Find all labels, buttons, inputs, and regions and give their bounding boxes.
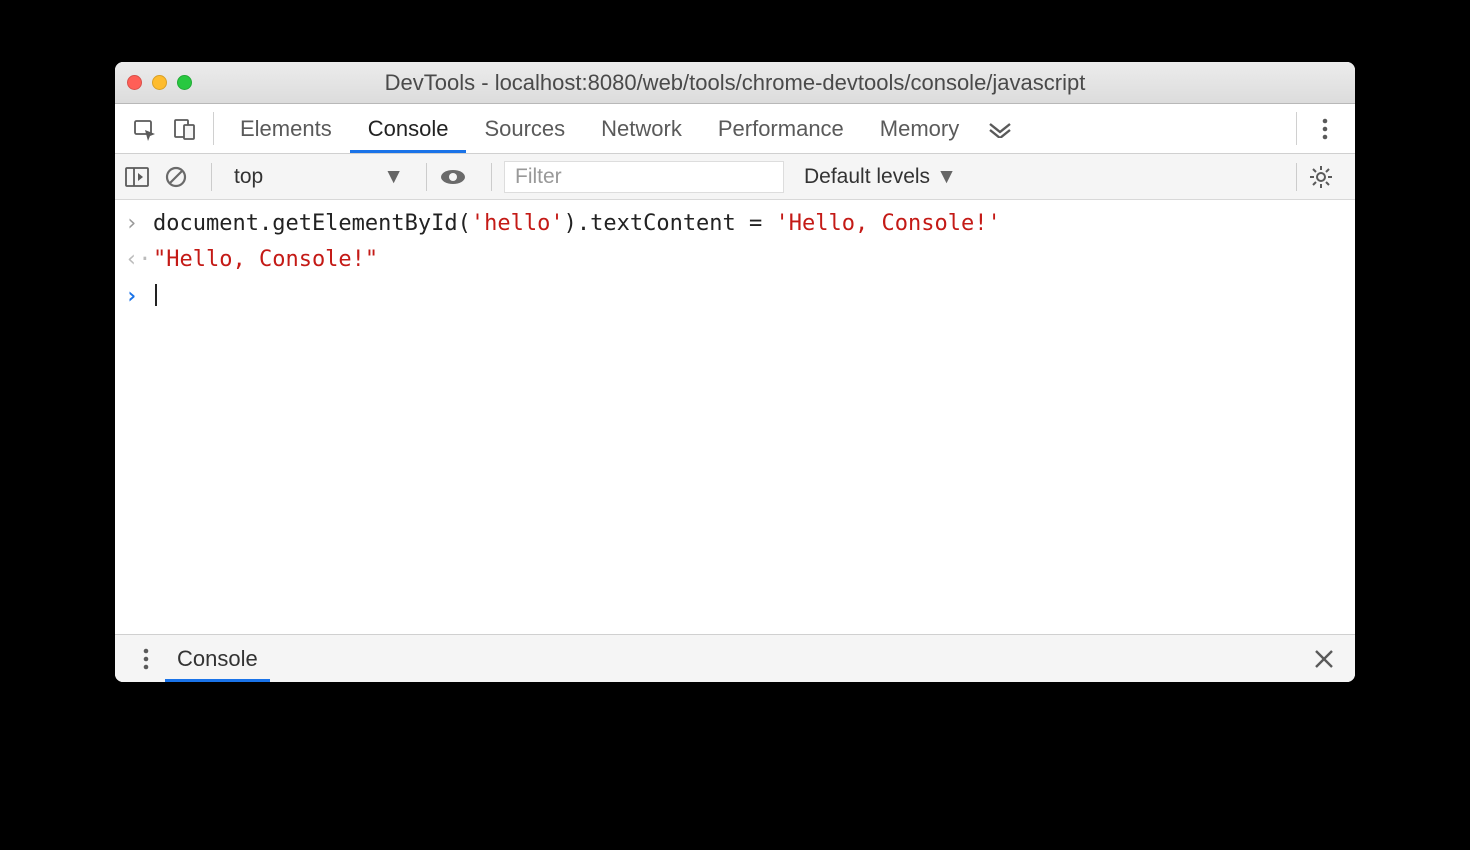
tab-console[interactable]: Console bbox=[350, 104, 467, 153]
main-tabs: ElementsConsoleSourcesNetworkPerformance… bbox=[115, 104, 1355, 154]
tab-network[interactable]: Network bbox=[583, 104, 700, 153]
drawer-kebab-menu-icon[interactable] bbox=[127, 635, 165, 682]
console-output[interactable]: ›document.getElementById('hello').textCo… bbox=[115, 200, 1355, 634]
devtools-window: DevTools - localhost:8080/web/tools/chro… bbox=[115, 62, 1355, 682]
divider bbox=[426, 163, 427, 191]
prompt-chevron-icon: › bbox=[125, 279, 153, 315]
tab-elements[interactable]: Elements bbox=[222, 104, 350, 153]
code-text: "Hello, Console!" bbox=[153, 242, 378, 278]
divider bbox=[1296, 163, 1297, 191]
chevron-down-icon: ▼ bbox=[383, 165, 404, 189]
zoom-window-button[interactable] bbox=[177, 75, 192, 90]
console-input-line: ›document.getElementById('hello').textCo… bbox=[115, 206, 1355, 242]
close-drawer-icon[interactable] bbox=[1305, 635, 1343, 682]
minimize-window-button[interactable] bbox=[152, 75, 167, 90]
window-titlebar: DevTools - localhost:8080/web/tools/chro… bbox=[115, 62, 1355, 104]
drawer-tab-console[interactable]: Console bbox=[165, 635, 270, 682]
divider bbox=[1296, 112, 1297, 145]
close-window-button[interactable] bbox=[127, 75, 142, 90]
console-prompt-row[interactable]: › bbox=[115, 279, 1355, 315]
console-input[interactable] bbox=[153, 279, 157, 315]
live-expression-icon[interactable] bbox=[439, 168, 479, 186]
clear-console-icon[interactable] bbox=[165, 166, 199, 188]
filter-input[interactable] bbox=[504, 161, 784, 193]
drawer: Console bbox=[115, 634, 1355, 682]
drawer-tab-label: Console bbox=[177, 646, 258, 672]
levels-label: Default levels bbox=[804, 165, 930, 189]
tab-performance[interactable]: Performance bbox=[700, 104, 862, 153]
inspect-element-icon[interactable] bbox=[125, 104, 165, 153]
more-tabs-icon[interactable] bbox=[977, 104, 1023, 153]
toggle-sidebar-icon[interactable] bbox=[125, 167, 159, 187]
divider bbox=[491, 163, 492, 191]
output-chevron-icon: ‹· bbox=[125, 242, 153, 278]
chevron-down-icon: ▼ bbox=[936, 165, 957, 189]
input-chevron-icon: › bbox=[125, 206, 153, 242]
divider bbox=[213, 112, 214, 145]
console-toolbar: top ▼ Default levels ▼ bbox=[115, 154, 1355, 200]
log-levels-selector[interactable]: Default levels ▼ bbox=[790, 165, 971, 189]
execution-context-selector[interactable]: top ▼ bbox=[224, 161, 414, 193]
window-title: DevTools - localhost:8080/web/tools/chro… bbox=[115, 70, 1355, 96]
divider bbox=[211, 163, 212, 191]
tab-memory[interactable]: Memory bbox=[862, 104, 977, 153]
toggle-device-toolbar-icon[interactable] bbox=[165, 104, 205, 153]
code-text: document.getElementById('hello').textCon… bbox=[153, 206, 1001, 242]
traffic-lights bbox=[127, 75, 192, 90]
tab-sources[interactable]: Sources bbox=[466, 104, 583, 153]
console-output-line: ‹·"Hello, Console!" bbox=[115, 242, 1355, 278]
kebab-menu-icon[interactable] bbox=[1305, 104, 1345, 153]
console-settings-icon[interactable] bbox=[1309, 165, 1345, 189]
context-label: top bbox=[234, 165, 263, 189]
